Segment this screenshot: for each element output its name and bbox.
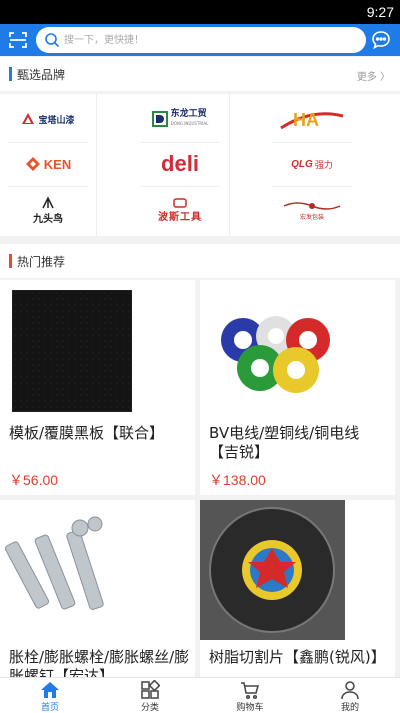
- status-time: 9:27: [366, 4, 394, 20]
- brand-grid: 宝塔山漆 东龙工贸 DONG INDUSTRIAL HA KEN deli QL…: [0, 94, 400, 236]
- anchor-bolts-image: [4, 516, 104, 610]
- top-header: [0, 24, 400, 56]
- brand-jiutouniao[interactable]: 九头鸟: [8, 190, 88, 230]
- home-icon: [41, 682, 59, 698]
- brand-name: 宏发包装: [299, 213, 324, 221]
- product-name: 树脂切割片【鑫鹏(锐风)】: [209, 648, 386, 666]
- tab-home[interactable]: 首页: [0, 678, 100, 713]
- brand-name: 九头鸟: [33, 213, 63, 225]
- product-price: ￥56.00: [9, 472, 59, 488]
- wire-coils-image: [221, 316, 330, 393]
- brand-name: 宝塔山漆: [38, 115, 75, 126]
- status-bar: 9:27: [0, 0, 400, 24]
- brand-baotashan[interactable]: 宝塔山漆: [8, 99, 88, 139]
- section-accent-bar: [9, 254, 12, 268]
- product-card[interactable]: BV电线/塑铜线/铜电线【吉锐】 ￥138.00: [200, 280, 395, 495]
- product-image: [0, 500, 145, 640]
- tab-label: 购物车: [236, 703, 264, 713]
- tab-cart[interactable]: 购物车: [200, 678, 300, 713]
- row-divider: [140, 186, 220, 187]
- product-image: [12, 290, 132, 412]
- search-icon: [45, 33, 60, 48]
- product-name: 胀栓/膨胀螺栓/膨胀螺丝/膨胀螺钉【宏达】: [9, 648, 190, 677]
- bird-logo-icon: [42, 195, 54, 208]
- brand-name: 东龙工贸: [170, 109, 207, 119]
- product-name: BV电线/塑铜线/铜电线【吉锐】: [209, 424, 360, 461]
- message-icon: [372, 31, 390, 50]
- hot-title: 热门推荐: [17, 255, 66, 269]
- brands-section-header: 甄选品牌 更多 〉: [0, 57, 400, 91]
- tab-label: 分类: [140, 703, 159, 713]
- profile-icon: [341, 681, 359, 700]
- brand-name: QLG: [291, 158, 313, 170]
- ken-logo-icon: [25, 157, 40, 171]
- brand-name: 波斯工具: [158, 211, 202, 223]
- search-box[interactable]: [36, 27, 366, 53]
- brand-ha[interactable]: HA: [272, 99, 352, 139]
- scan-button[interactable]: [8, 30, 28, 50]
- row-divider: [140, 142, 220, 143]
- message-button[interactable]: [370, 29, 392, 51]
- product-price: ￥138.00: [209, 472, 266, 488]
- tab-profile[interactable]: 我的: [300, 678, 400, 713]
- brand-ken[interactable]: KEN: [8, 144, 88, 184]
- bosi-logo-icon: [173, 197, 187, 208]
- brand-name: KEN: [43, 156, 72, 172]
- ha-logo-icon: HA: [280, 110, 344, 130]
- row-divider: [272, 142, 352, 143]
- cart-icon: [241, 682, 259, 700]
- svg-text:HA: HA: [293, 110, 319, 130]
- donglong-logo-icon: [151, 111, 168, 127]
- hot-section-header: 热门推荐: [0, 244, 400, 278]
- scan-icon: [9, 32, 27, 48]
- product-image: [208, 290, 343, 410]
- row-divider: [272, 186, 352, 187]
- brand-qlg[interactable]: QLG 强力: [272, 144, 352, 184]
- brand-suffix: 强力: [314, 160, 333, 171]
- brand-deli[interactable]: deli: [140, 144, 220, 184]
- tab-label: 我的: [340, 703, 359, 713]
- black-board-image: [12, 290, 132, 412]
- row-divider: [8, 186, 88, 187]
- row-divider: [8, 142, 88, 143]
- product-image: [200, 500, 345, 640]
- tab-label: 首页: [40, 703, 59, 713]
- search-input[interactable]: [64, 31, 354, 49]
- tab-category[interactable]: 分类: [100, 678, 200, 713]
- bottom-tab-bar: 首页 分类 购物车 我的: [0, 677, 400, 713]
- brand-subtitle: DONG INDUSTRIAL: [170, 121, 209, 126]
- brand-name: deli: [161, 151, 199, 176]
- brand-bosi[interactable]: 波斯工具: [140, 190, 220, 230]
- brands-title: 甄选品牌: [17, 68, 66, 82]
- column-divider: [229, 94, 230, 236]
- column-divider: [96, 94, 97, 236]
- product-card[interactable]: 树脂切割片【鑫鹏(锐风)】: [200, 500, 395, 677]
- product-card[interactable]: 模板/覆膜黑板【联合】 ￥56.00: [0, 280, 195, 495]
- brand-donglong[interactable]: 东龙工贸 DONG INDUSTRIAL: [140, 99, 220, 139]
- product-name: 模板/覆膜黑板【联合】: [9, 424, 165, 442]
- baotashan-logo-icon: [22, 113, 35, 124]
- product-card[interactable]: 胀栓/膨胀螺栓/膨胀螺丝/膨胀螺钉【宏达】: [0, 500, 195, 677]
- section-accent-bar: [9, 67, 12, 81]
- hongfa-logo-icon: [283, 201, 341, 210]
- brands-more-link[interactable]: 更多 〉: [357, 68, 390, 83]
- brand-hongfa[interactable]: 宏发包装: [272, 190, 352, 230]
- category-icon: [141, 680, 160, 699]
- cutting-disc-image: [200, 500, 345, 640]
